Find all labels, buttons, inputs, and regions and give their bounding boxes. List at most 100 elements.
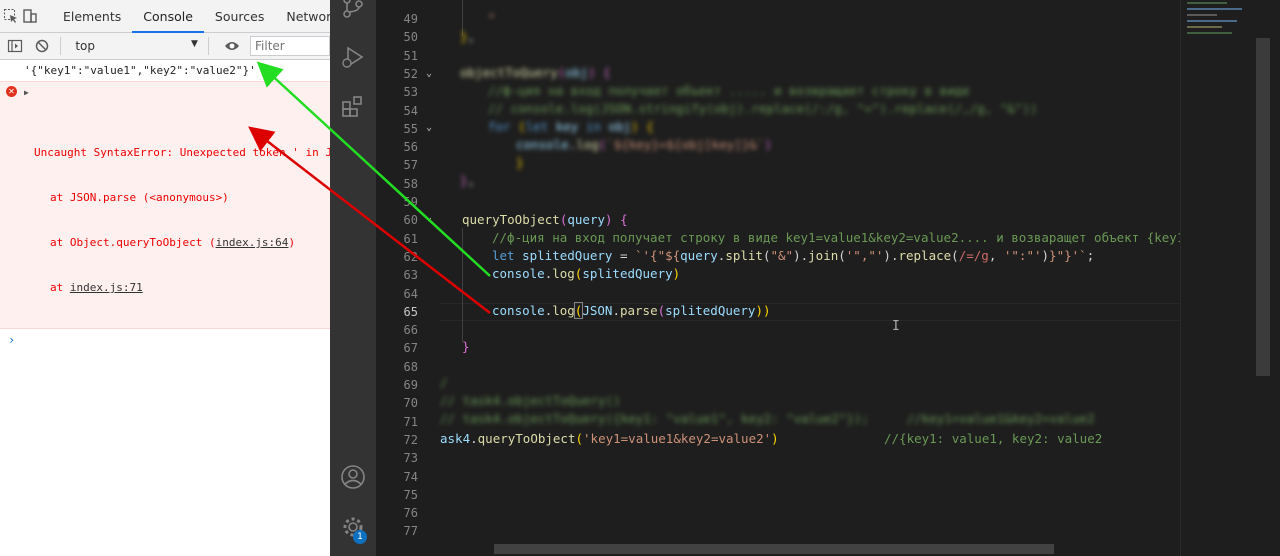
line-number: 60 (403, 213, 418, 228)
toggle-sidebar-icon[interactable] (3, 33, 27, 59)
code-token: splitedQuery (665, 303, 756, 318)
stack-frame: at index.js:71 (24, 280, 330, 295)
run-debug-icon[interactable] (340, 44, 366, 70)
console-log-output: '{"key1":"value1","key2":"value2"}' (24, 64, 256, 77)
line-number: 63 (403, 268, 418, 283)
tab-sources[interactable]: Sources (204, 0, 275, 33)
code-token: ( (762, 248, 771, 263)
live-expression-eye-icon[interactable] (220, 33, 244, 59)
indent-guide (462, 228, 463, 342)
code-token: )) (755, 303, 771, 318)
line-number: 69 (403, 378, 418, 392)
code-token: splitedQuery (582, 266, 673, 281)
code-line-blurred: }, (460, 173, 476, 188)
tab-elements[interactable]: Elements (52, 0, 132, 33)
code-token: ). (883, 248, 899, 263)
line-number: 56 (403, 140, 418, 155)
line-number: 54 (403, 103, 418, 118)
code-editor[interactable]: 49 50 51 52 53 54 55 56 57 58 59 60 61 62 63 64 65 66 67 68… (376, 0, 1226, 556)
tab-network[interactable]: Network (275, 0, 330, 33)
context-selector[interactable]: top ▼ (75, 35, 202, 57)
code-token: split (725, 248, 763, 263)
line-number: 76 (403, 506, 418, 521)
console-prompt[interactable]: › (0, 329, 330, 347)
code-line-60: queryToObject(query) { (462, 211, 628, 229)
source-link[interactable]: index.js:64 (216, 236, 289, 249)
code-line-blurred: // console.log(JSON.stringify(obj).repla… (488, 101, 1038, 116)
code-line-blurred: // task4.objectToQuery() (440, 393, 621, 408)
tab-console[interactable]: Console (132, 0, 204, 33)
code-token: `'{"${ (635, 248, 681, 263)
inspect-element-icon[interactable] (3, 3, 19, 29)
code-token: replace (898, 248, 952, 263)
code-line-blurred: console.log(`${key}=${obj[key]}&`) (516, 137, 772, 152)
code-token: ask4 (440, 431, 471, 446)
error-icon: ✕ (6, 86, 17, 97)
line-number: 73 (403, 451, 418, 466)
line-number: 67 (403, 341, 418, 356)
chevron-down-icon: ▼ (190, 39, 198, 49)
code-line-blurred: objectToQuery(obj) { (460, 65, 611, 80)
code-token: ( (657, 303, 666, 318)
line-number: 53 (403, 85, 418, 100)
stack-frame-text: at Object.queryToObject ( (50, 236, 216, 249)
toolbar-divider (60, 37, 62, 55)
code-token: JSON (582, 303, 613, 318)
code-token: log (552, 266, 575, 281)
code-token: ) (672, 266, 681, 281)
code-line-blurred: } (516, 155, 524, 170)
settings-update-badge: 1 (353, 530, 367, 544)
context-selector-value: top (75, 39, 95, 53)
fold-chevron-icon[interactable]: ⌄ (426, 209, 432, 227)
code-token: queryToObject (477, 431, 576, 446)
code-line-blurred: " (488, 11, 496, 26)
line-number: 52 (403, 66, 418, 81)
code-token: queryToObject (462, 212, 560, 227)
line-number: 58 (403, 176, 418, 191)
expand-triangle-icon[interactable]: ▶ (24, 85, 29, 100)
line-number: 66 (403, 323, 418, 338)
line-number: 51 (403, 48, 418, 63)
account-icon[interactable] (340, 464, 366, 490)
code-line-blurred: for (let key in obj) { (488, 119, 654, 134)
code-token: ( (575, 431, 584, 446)
code-token: ) (1041, 248, 1050, 263)
code-line-blurred: // task4.objectToQuery({key1: "value1", … (440, 411, 1095, 426)
line-number: 71 (403, 414, 418, 429)
code-line-62: let splitedQuery = `'{"${query.split("&"… (492, 247, 1094, 265)
fold-chevron-icon[interactable]: ⌄ (426, 119, 432, 137)
code-token: = (612, 248, 635, 263)
line-number: 75 (403, 487, 418, 502)
code-token: ). (793, 248, 809, 263)
console-toolbar: top ▼ (0, 33, 330, 60)
devtools-panel: Elements Console Sources Network top ▼ '… (0, 0, 330, 556)
code-token: , (988, 248, 1004, 263)
code-token: 'key1=value1&key2=value2' (583, 431, 772, 446)
fold-chevron-icon[interactable]: ⌄ (426, 65, 432, 83)
minimap[interactable] (1180, 0, 1252, 556)
line-number: 70 (403, 396, 418, 411)
device-toolbar-icon[interactable] (22, 3, 38, 29)
source-link[interactable]: index.js:71 (70, 281, 143, 294)
source-control-icon[interactable] (340, 0, 366, 20)
code-token: }"}'` (1049, 248, 1087, 263)
code-token: parse (619, 303, 658, 318)
line-number: 64 (403, 286, 418, 301)
code-token: log (552, 303, 575, 318)
error-message: Uncaught SyntaxError: Unexpected token '… (34, 146, 330, 159)
console-filter-input[interactable] (250, 36, 330, 56)
code-token: ) (771, 431, 779, 446)
code-line-72: ask4.queryToObject('key1=value1&key2=val… (440, 430, 779, 448)
mouse-ibeam-cursor-icon: I (892, 319, 900, 334)
horizontal-scrollbar[interactable] (494, 544, 1054, 554)
extensions-icon[interactable] (340, 94, 366, 120)
clear-console-icon[interactable] (30, 33, 54, 59)
vertical-scrollbar-thumb[interactable] (1256, 38, 1270, 376)
code-token: ; (1086, 248, 1095, 263)
line-number: 59 (403, 195, 418, 209)
stack-frame-text: at (50, 281, 70, 294)
line-number: 55 (403, 121, 418, 136)
line-number: 77 (403, 524, 418, 539)
vscode-window: 1 49 50 51 52 53 54 55 56 57 58 59 60 61 62 63 64 65 66 67… (330, 0, 1280, 556)
minimap-preview (1187, 2, 1242, 34)
